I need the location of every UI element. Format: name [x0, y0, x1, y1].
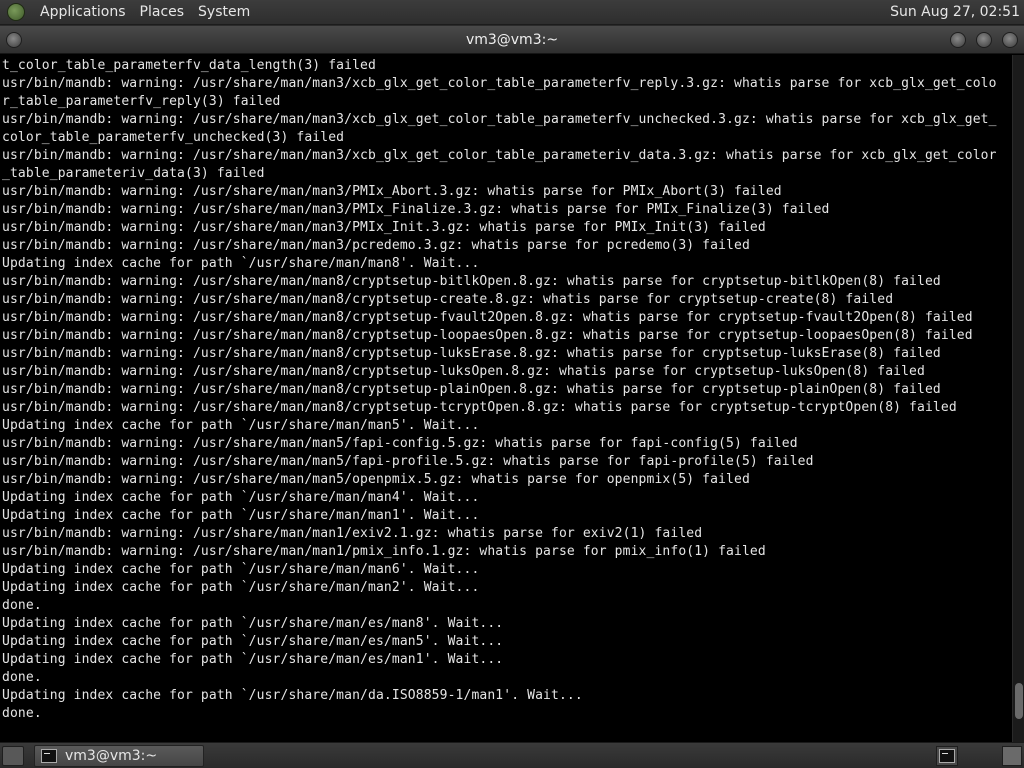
window-titlebar[interactable]: vm3@vm3:~ — [0, 26, 1024, 54]
tray-terminal-button[interactable] — [936, 746, 958, 766]
window-title: vm3@vm3:~ — [465, 32, 559, 48]
terminal-line: usr/bin/mandb: warning: /usr/share/man/m… — [2, 364, 925, 379]
terminal-line: Updating index cache for path `/usr/shar… — [2, 562, 480, 577]
terminal-line: usr/bin/mandb: warning: /usr/share/man/m… — [2, 328, 973, 343]
window-menu-button[interactable] — [6, 32, 22, 48]
menu-applications[interactable]: Applications — [33, 0, 133, 25]
taskbar-item-terminal[interactable]: vm3@vm3:~ — [34, 744, 204, 767]
terminal-line: _table_parameteriv_data(3) failed — [2, 166, 265, 181]
terminal-line: usr/bin/mandb: warning: /usr/share/man/m… — [2, 112, 997, 127]
terminal-line: usr/bin/mandb: warning: /usr/share/man/m… — [2, 76, 997, 91]
clock[interactable]: Sun Aug 27, 02:51 — [890, 4, 1020, 20]
terminal-line: Updating index cache for path `/usr/shar… — [2, 652, 504, 667]
terminal-line: Updating index cache for path `/usr/shar… — [2, 580, 480, 595]
terminal-line: Updating index cache for path `/usr/shar… — [2, 616, 504, 631]
close-button[interactable] — [1002, 32, 1018, 48]
terminal-icon — [41, 748, 57, 763]
terminal-line: Updating index cache for path `/usr/shar… — [2, 256, 480, 271]
terminal-output[interactable]: t_color_table_parameterfv_data_length(3)… — [0, 55, 1012, 742]
terminal-line: usr/bin/mandb: warning: /usr/share/man/m… — [2, 274, 941, 289]
distro-logo-icon[interactable] — [7, 3, 25, 21]
terminal-line: usr/bin/mandb: warning: /usr/share/man/m… — [2, 346, 941, 361]
scrollbar-thumb[interactable] — [1015, 683, 1023, 719]
terminal-line: Updating index cache for path `/usr/shar… — [2, 490, 480, 505]
menu-places[interactable]: Places — [133, 0, 192, 25]
terminal-line: usr/bin/mandb: warning: /usr/share/man/m… — [2, 400, 957, 415]
terminal-line: usr/bin/mandb: warning: /usr/share/man/m… — [2, 148, 997, 163]
terminal-line: done. — [2, 598, 42, 613]
terminal-line: usr/bin/mandb: warning: /usr/share/man/m… — [2, 382, 941, 397]
terminal-line: usr/bin/mandb: warning: /usr/share/man/m… — [2, 526, 703, 541]
bottom-panel: vm3@vm3:~ — [0, 742, 1024, 768]
show-desktop-button[interactable] — [2, 745, 24, 766]
terminal-lines: t_color_table_parameterfv_data_length(3)… — [2, 57, 1012, 723]
terminal-line: Updating index cache for path `/usr/shar… — [2, 634, 504, 649]
maximize-button[interactable] — [976, 32, 992, 48]
terminal-line: usr/bin/mandb: warning: /usr/share/man/m… — [2, 454, 814, 469]
terminal-line: usr/bin/mandb: warning: /usr/share/man/m… — [2, 238, 750, 253]
terminal-line: usr/bin/mandb: warning: /usr/share/man/m… — [2, 310, 973, 325]
terminal-line: Updating index cache for path `/usr/shar… — [2, 418, 480, 433]
terminal-line: r_table_parameterfv_reply(3) failed — [2, 94, 281, 109]
workspace-switcher[interactable] — [1002, 746, 1022, 766]
terminal-line: t_color_table_parameterfv_data_length(3)… — [2, 58, 376, 73]
terminal-line: usr/bin/mandb: warning: /usr/share/man/m… — [2, 220, 766, 235]
terminal-line: Updating index cache for path `/usr/shar… — [2, 688, 583, 703]
minimize-button[interactable] — [950, 32, 966, 48]
terminal-line: done. — [2, 670, 42, 685]
taskbar-item-label: vm3@vm3:~ — [65, 747, 158, 764]
terminal-line: done. — [2, 706, 42, 721]
terminal-line: usr/bin/mandb: warning: /usr/share/man/m… — [2, 472, 750, 487]
terminal-line: usr/bin/mandb: warning: /usr/share/man/m… — [2, 544, 766, 559]
terminal-line: color_table_parameterfv_unchecked(3) fai… — [2, 130, 345, 145]
terminal-line: usr/bin/mandb: warning: /usr/share/man/m… — [2, 184, 782, 199]
terminal-window: vm3@vm3:~ t_color_table_parameterfv_data… — [0, 26, 1024, 742]
terminal-icon — [939, 749, 955, 763]
terminal-line: usr/bin/mandb: warning: /usr/share/man/m… — [2, 436, 798, 451]
terminal-line: usr/bin/mandb: warning: /usr/share/man/m… — [2, 202, 830, 217]
terminal-line: usr/bin/mandb: warning: /usr/share/man/m… — [2, 292, 894, 307]
menu-system[interactable]: System — [191, 0, 257, 25]
top-panel: Applications Places System Sun Aug 27, 0… — [0, 0, 1024, 25]
terminal-scrollbar[interactable] — [1012, 55, 1024, 742]
terminal-line: Updating index cache for path `/usr/shar… — [2, 508, 480, 523]
